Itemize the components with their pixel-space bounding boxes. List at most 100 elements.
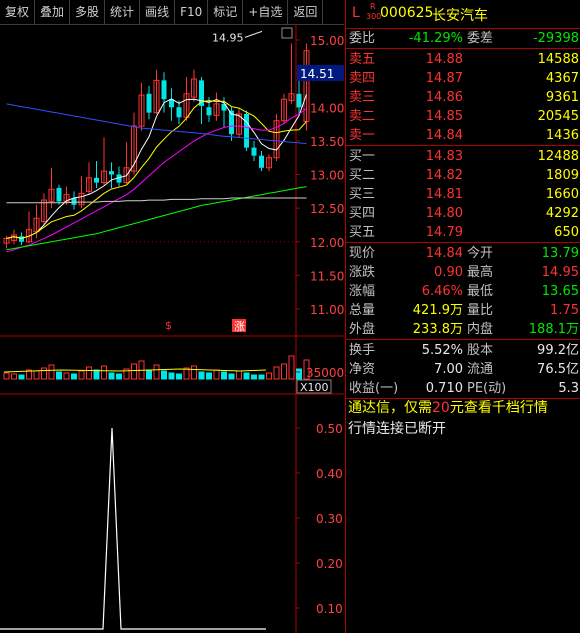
volume-bar (281, 363, 287, 380)
toolbar-button[interactable]: 叠加 (35, 0, 71, 24)
bid-price: 14.82 (425, 168, 463, 183)
stat-label: 内盘 (467, 322, 494, 337)
stat-label: 现价 (349, 246, 376, 261)
ask-row: 卖四 14.87 4367 (346, 69, 580, 88)
candle-body (146, 93, 152, 113)
ask-price: 14.86 (425, 90, 463, 105)
ask-label: 卖五 (349, 52, 376, 67)
ask-row: 卖二 14.85 20545 (346, 107, 580, 126)
stat-value: 188.1万 (528, 322, 579, 337)
current-price-label: 14.51 (300, 67, 334, 81)
stock-badge-bottom: 300 (366, 12, 382, 21)
ask-price: 14.84 (425, 128, 463, 143)
stat-value: 6.46% (421, 284, 463, 299)
volume-bar (221, 371, 227, 380)
stat-label: 最高 (467, 265, 494, 280)
price-tick-label: 12.50 (310, 202, 344, 216)
finance-label: 净资 (349, 362, 376, 377)
finance-label: PE(动) (467, 381, 507, 396)
volume-bar (56, 371, 62, 380)
stat-value: 14.84 (425, 246, 463, 261)
weibi-label: 委比 (349, 31, 376, 46)
toolbar-button[interactable]: 多股 (70, 0, 106, 24)
price-tick-label: 11.00 (310, 303, 344, 317)
chart-options-icon[interactable] (281, 27, 293, 39)
weicha-label: 委差 (467, 31, 494, 46)
candle-body (56, 187, 62, 202)
indicator-tick-label: 0.20 (316, 557, 343, 571)
chart-canvas[interactable]: 15.0014.5014.0013.5013.0012.5012.0011.50… (0, 24, 344, 633)
bid-volume: 12488 (537, 149, 579, 164)
ask-label: 卖三 (349, 90, 376, 105)
promo-text-c: 元查看千档行情 (449, 400, 548, 416)
finance-row: 净资 7.00 流通 76.5亿 (346, 360, 580, 379)
volume-bar (288, 355, 295, 380)
candle-body (161, 80, 167, 100)
finance-label: 股本 (467, 343, 494, 358)
toolbar-button[interactable]: F10 (175, 0, 209, 24)
bid-volume: 650 (554, 225, 579, 240)
bid-volume: 1809 (545, 168, 579, 183)
price-tick-label: 11.50 (310, 269, 344, 283)
volume-bar (273, 366, 280, 380)
bid-price: 14.79 (425, 225, 463, 240)
ask-volume: 9361 (545, 90, 579, 105)
promo-link[interactable]: 通达信，仅需20元查看千档行情 (346, 398, 580, 419)
connection-status: 行情连接已断开 (348, 421, 446, 437)
volume-bar (266, 372, 272, 380)
stat-value: 13.65 (541, 284, 579, 299)
volume-bar (176, 373, 182, 380)
volume-bar (48, 364, 55, 380)
finance-label: 换手 (349, 343, 376, 358)
volume-bar (101, 365, 107, 380)
toolbar-button[interactable]: 复权 (0, 0, 36, 24)
toolbar-button[interactable]: 统计 (105, 0, 141, 24)
volume-bar (168, 372, 175, 380)
bid-row: 买五 14.79 650 (346, 223, 580, 242)
price-tick-label: 14.00 (310, 101, 344, 115)
chart-toolbar: 复权 叠加 多股 统计 画线 F10 标记 +自选 返回 (0, 0, 344, 25)
ask-row: 卖五 14.88 14588 (346, 50, 580, 69)
volume-bar (93, 369, 100, 380)
toolbar-button[interactable]: 画线 (140, 0, 176, 24)
ask-volume: 1436 (545, 128, 579, 143)
toolbar-button[interactable]: 返回 (288, 0, 324, 24)
toolbar-button[interactable]: 标记 (208, 0, 244, 24)
stat-row: 涨跌 0.90 最高 14.95 (346, 263, 580, 282)
finance-row: 换手 5.52% 股本 99.2亿 (346, 341, 580, 360)
stat-value: 13.79 (541, 246, 579, 261)
volume-bar (71, 373, 77, 380)
ask-label: 卖一 (349, 128, 376, 143)
stat-label: 量比 (467, 303, 494, 318)
candle-body (109, 171, 114, 175)
notice-area: 通达信，仅需20元查看千档行情 行情连接已断开 (346, 398, 580, 440)
weibi-row: 委比 -41.29% 委差 -29398 (346, 29, 580, 48)
stat-row: 现价 14.84 今开 13.79 (346, 244, 580, 263)
volume-bar (41, 367, 47, 380)
quote-panel: L R 300 000625 长安汽车 委比 -41.29% 委差 -29398… (345, 0, 580, 633)
ask-volume: 14588 (537, 52, 579, 67)
indicator-tick-label: 0.10 (316, 602, 343, 616)
candle-body (206, 107, 212, 116)
ask-price: 14.87 (425, 71, 463, 86)
bid-label: 买二 (349, 168, 376, 183)
promo-text-a: 通达信，仅需 (348, 400, 432, 416)
volume-bar (86, 366, 92, 380)
volume-unit-label: X100 (300, 381, 329, 394)
volume-bar (258, 374, 265, 380)
stock-prefix: L (352, 5, 360, 21)
finance-label: 流通 (467, 362, 494, 377)
bid-price: 14.80 (425, 206, 463, 221)
toolbar-button[interactable]: +自选 (243, 0, 289, 24)
candle-body (176, 107, 182, 118)
volume-bar (131, 363, 137, 380)
divider (346, 339, 580, 340)
price-tick-label: 12.00 (310, 236, 344, 250)
ask-label: 卖四 (349, 71, 376, 86)
bid-volume: 1660 (545, 187, 579, 202)
volume-bar (296, 368, 302, 380)
indicator-tick-label: 0.40 (316, 467, 343, 481)
chart-area[interactable]: 15.0014.5014.0013.5013.0012.5012.0011.50… (0, 24, 344, 633)
bid-price: 14.83 (425, 149, 463, 164)
stat-label: 最低 (467, 284, 494, 299)
